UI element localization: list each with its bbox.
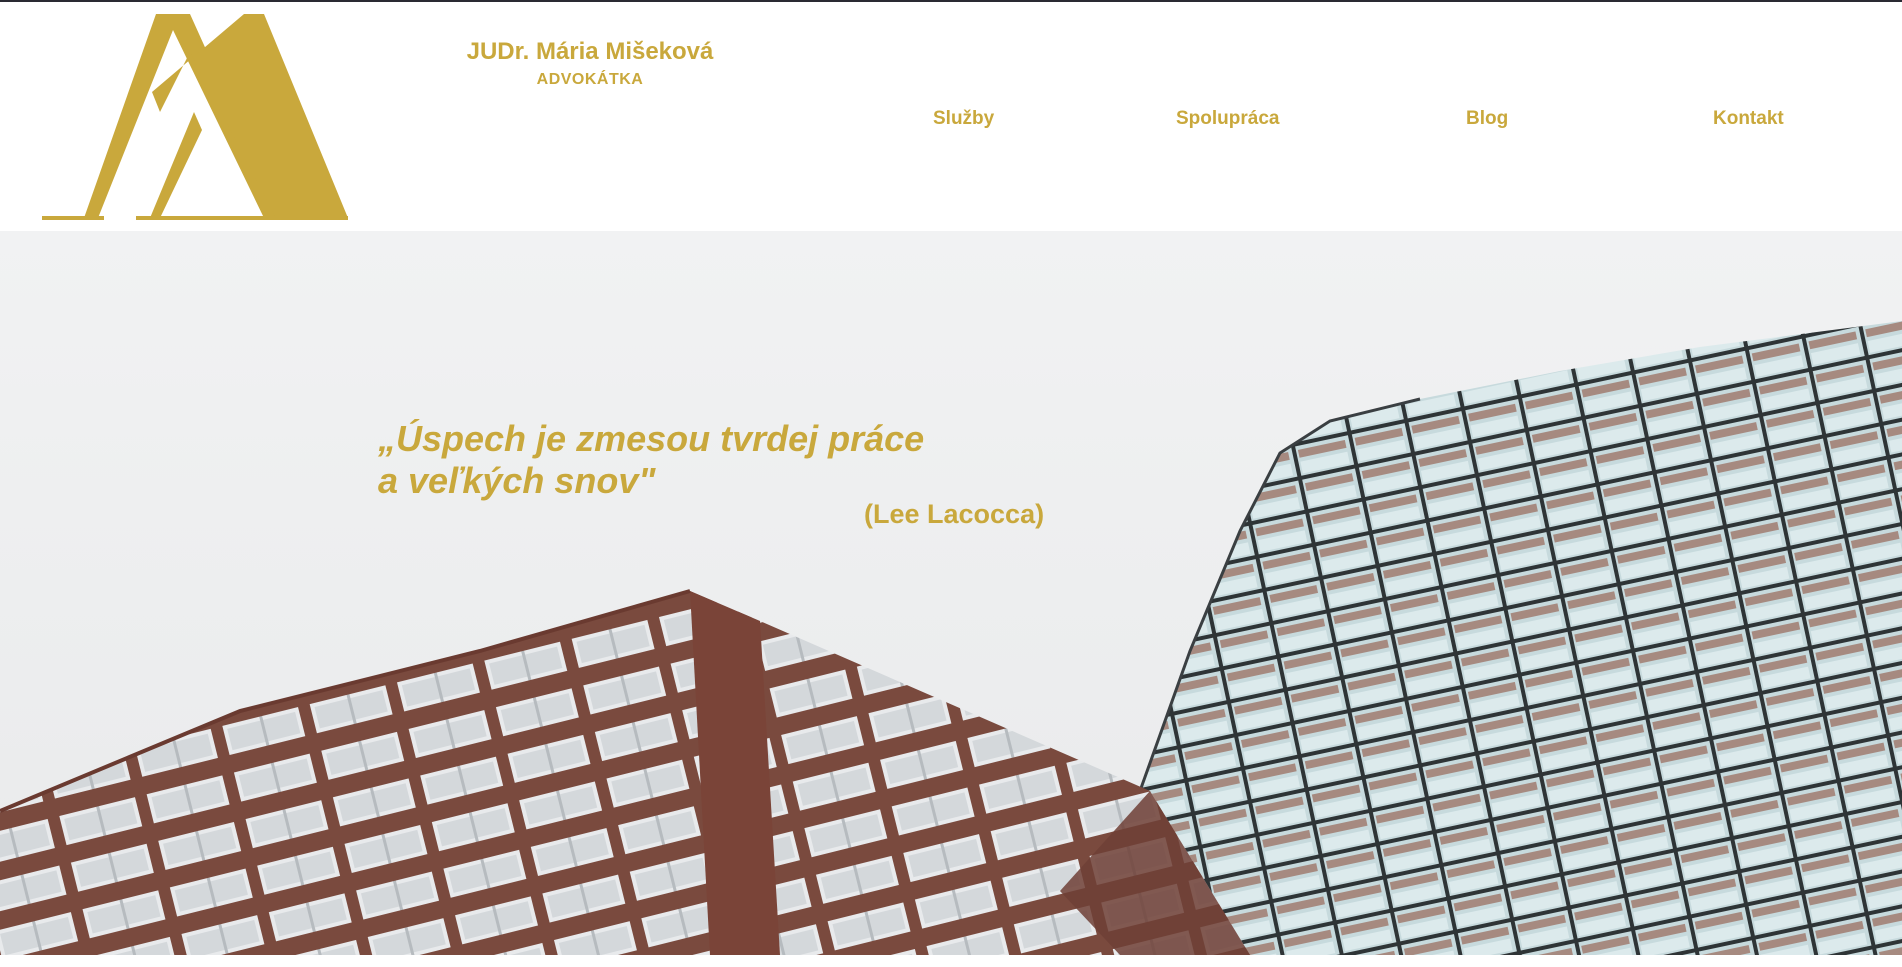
nav-item-kontakt[interactable]: Kontakt xyxy=(1713,108,1784,130)
hero-banner xyxy=(0,231,1902,955)
nav-item-sluzby[interactable]: Služby xyxy=(933,108,994,130)
hero-quote: „Úspech je zmesou tvrdej práce a veľkých… xyxy=(378,418,924,502)
brand-subtitle: ADVOKÁTKA xyxy=(536,71,644,88)
office-buildings-photo xyxy=(0,231,1902,955)
bottom-band xyxy=(0,955,1902,967)
nav-item-spolupraca[interactable]: Spolupráca xyxy=(1176,108,1279,130)
site-header: JUDr. Mária Mišeková ADVOKÁTKA Služby Sp… xyxy=(0,2,1902,231)
quote-line-2: a veľkých snov" xyxy=(378,460,656,501)
brand-name[interactable]: JUDr. Mária Mišeková xyxy=(440,38,740,66)
quote-line-1: „Úspech je zmesou tvrdej práce xyxy=(378,418,925,459)
double-a-monogram-icon[interactable] xyxy=(40,12,350,227)
nav-item-blog[interactable]: Blog xyxy=(1466,108,1508,130)
quote-author: (Lee Lacocca) xyxy=(864,499,1045,529)
